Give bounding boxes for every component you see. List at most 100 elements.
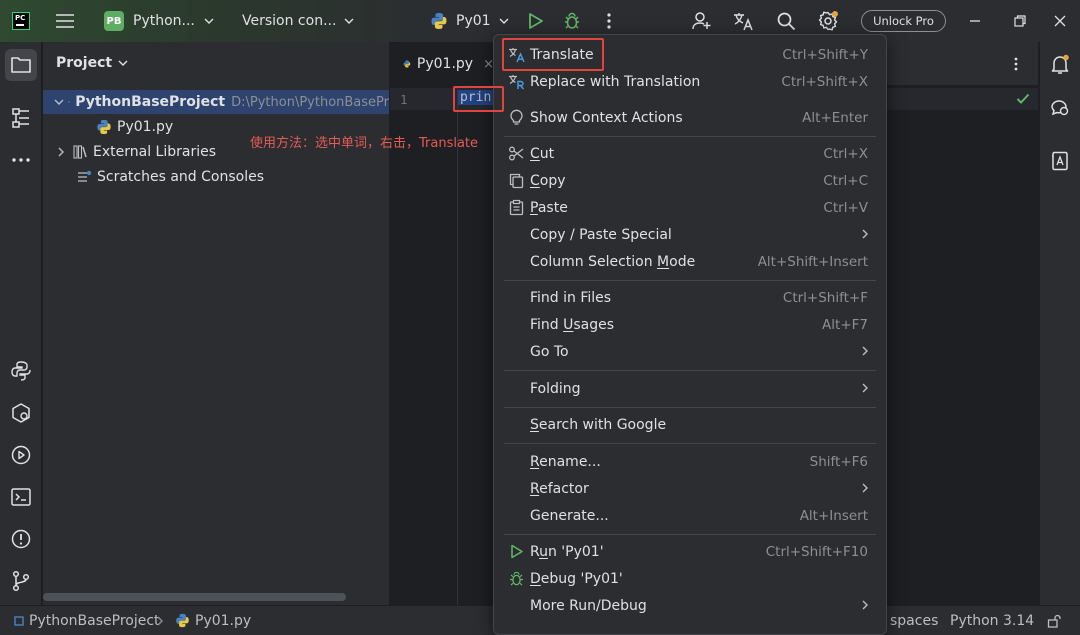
menu-item-debug[interactable]: Debug 'Py01' bbox=[502, 565, 878, 592]
tab-label: Py01.py bbox=[416, 56, 474, 72]
problems-icon bbox=[11, 529, 31, 549]
menu-item-more-run-debug[interactable]: More Run/Debug bbox=[502, 592, 878, 619]
main-menu-button[interactable] bbox=[55, 0, 75, 42]
python-packages-button[interactable] bbox=[9, 359, 33, 383]
problems-tool-button[interactable] bbox=[9, 527, 33, 551]
menu-item-find-in-files[interactable]: Find in Files Ctrl+Shift+F bbox=[502, 284, 878, 311]
tree-item-project-root[interactable]: PythonBaseProject D:\Python\PythonBasePr bbox=[43, 90, 389, 114]
run-tool-button[interactable] bbox=[9, 443, 33, 467]
tab-options-button[interactable] bbox=[1008, 56, 1024, 72]
inspection-ok-icon[interactable] bbox=[1016, 93, 1030, 105]
menu-label: Rename... bbox=[530, 453, 601, 470]
paste-icon bbox=[509, 199, 524, 216]
vcs-label: Version con... bbox=[242, 13, 337, 29]
restore-button[interactable] bbox=[1012, 13, 1028, 29]
search-button[interactable] bbox=[775, 10, 797, 32]
terminal-tool-button[interactable] bbox=[9, 485, 33, 509]
right-tool-strip bbox=[1039, 42, 1080, 605]
menu-item-refactor[interactable]: Refactor bbox=[502, 475, 878, 502]
menu-item-column-selection[interactable]: Column Selection Mode Alt+Shift+Insert bbox=[502, 248, 878, 275]
usage-annotation: 使用方法：选中单词，右击，Translate bbox=[250, 136, 479, 151]
translate-toolbar-button[interactable] bbox=[732, 10, 754, 32]
more-tools-button[interactable] bbox=[9, 148, 33, 172]
structure-tool-button[interactable] bbox=[9, 106, 33, 130]
external-libraries-label: External Libraries bbox=[93, 144, 216, 160]
menu-item-rename[interactable]: Rename... Shift+F6 bbox=[502, 448, 878, 475]
menu-separator bbox=[504, 280, 876, 281]
settings-button[interactable] bbox=[817, 10, 839, 32]
menu-shortcut: Ctrl+Shift+Y bbox=[782, 46, 868, 63]
python-icon bbox=[431, 13, 447, 29]
translation-panel-button[interactable] bbox=[1049, 150, 1071, 172]
interpreter-widget[interactable]: Python 3.14 bbox=[950, 606, 1034, 635]
menu-label: Debug 'Py01' bbox=[530, 570, 623, 587]
menu-item-folding[interactable]: Folding bbox=[502, 375, 878, 402]
menu-shortcut: Ctrl+X bbox=[823, 145, 868, 162]
menu-item-copy[interactable]: Copy Ctrl+C bbox=[502, 167, 878, 194]
menu-item-run[interactable]: Run 'Py01' Ctrl+Shift+F10 bbox=[502, 538, 878, 565]
ai-assistant-button[interactable] bbox=[1049, 96, 1071, 118]
project-root-label: PythonBaseProject bbox=[75, 94, 226, 110]
chevron-right-icon bbox=[862, 483, 868, 493]
menu-item-generate[interactable]: Generate... Alt+Insert bbox=[502, 502, 878, 529]
expand-caret[interactable] bbox=[54, 99, 64, 105]
menu-separator bbox=[504, 534, 876, 535]
menu-shortcut: Alt+Enter bbox=[802, 109, 868, 126]
tree-item-external-libraries[interactable]: External Libraries bbox=[43, 140, 216, 164]
folder-icon bbox=[68, 101, 71, 103]
chevron-down-icon bbox=[344, 18, 354, 24]
scratches-label: Scratches and Consoles bbox=[97, 169, 264, 185]
run-button[interactable] bbox=[524, 10, 546, 32]
project-badge: PB bbox=[104, 11, 124, 31]
tree-item-py01[interactable]: Py01.py bbox=[43, 115, 173, 139]
menu-shortcut: Ctrl+C bbox=[823, 172, 868, 189]
chevron-down-icon bbox=[54, 99, 64, 105]
project-widget[interactable]: PB Python... bbox=[104, 0, 214, 42]
breadcrumb-project[interactable]: PythonBaseProject bbox=[14, 606, 160, 635]
unlock-pro-button[interactable]: Unlock Pro bbox=[861, 10, 946, 32]
add-user-button[interactable] bbox=[691, 10, 713, 32]
expand-caret[interactable] bbox=[54, 147, 68, 157]
library-icon bbox=[73, 145, 87, 159]
close-window-button[interactable] bbox=[1052, 13, 1068, 29]
project-panel-header[interactable]: Project bbox=[56, 55, 128, 71]
menu-item-go-to[interactable]: Go To bbox=[502, 338, 878, 365]
breadcrumb-file[interactable]: Py01.py bbox=[175, 606, 251, 635]
menu-item-replace-translation[interactable]: Replace with Translation Ctrl+Shift+X bbox=[502, 68, 878, 95]
indent-widget[interactable]: spaces bbox=[890, 606, 938, 635]
lightbulb-icon bbox=[510, 109, 523, 125]
notifications-button[interactable] bbox=[1049, 53, 1071, 75]
menu-label: Refactor bbox=[530, 480, 589, 497]
readonly-toggle[interactable] bbox=[1047, 606, 1061, 635]
left-tool-strip bbox=[0, 42, 42, 605]
chevron-down-icon bbox=[118, 60, 128, 66]
vcs-widget[interactable]: Version con... bbox=[242, 0, 354, 42]
horizontal-scrollbar[interactable] bbox=[43, 593, 346, 601]
more-actions-button[interactable] bbox=[598, 10, 620, 32]
minimize-icon bbox=[970, 20, 980, 22]
hamburger-icon bbox=[56, 14, 74, 28]
menu-shortcut: Ctrl+V bbox=[823, 199, 868, 216]
debug-button[interactable] bbox=[561, 10, 583, 32]
minimize-button[interactable] bbox=[967, 13, 983, 29]
word-highlight-box bbox=[453, 86, 504, 112]
menu-item-search-google[interactable]: Search with Google bbox=[502, 411, 878, 438]
menu-item-show-context-actions[interactable]: Show Context Actions Alt+Enter bbox=[502, 104, 878, 131]
menu-item-copy-paste-special[interactable]: Copy / Paste Special bbox=[502, 221, 878, 248]
tab-py01[interactable]: Py01.py × bbox=[390, 42, 494, 86]
services-tool-button[interactable] bbox=[9, 401, 33, 425]
menu-item-paste[interactable]: Paste Ctrl+V bbox=[502, 194, 878, 221]
menu-item-cut[interactable]: Cut Ctrl+X bbox=[502, 140, 878, 167]
menu-label: Run 'Py01' bbox=[530, 543, 604, 560]
horizontal-dots-icon bbox=[12, 158, 30, 162]
git-tool-button[interactable] bbox=[9, 569, 33, 593]
unlock-icon bbox=[1047, 614, 1061, 628]
project-tool-button[interactable] bbox=[9, 53, 33, 77]
py01-label: Py01.py bbox=[117, 119, 174, 135]
menu-item-find-usages[interactable]: Find Usages Alt+F7 bbox=[502, 311, 878, 338]
menu-shortcut: Alt+Insert bbox=[799, 507, 868, 524]
scissors-icon bbox=[509, 146, 524, 161]
python-file-icon bbox=[176, 613, 189, 628]
tree-item-scratches[interactable]: Scratches and Consoles bbox=[43, 165, 264, 189]
vertical-dots-icon bbox=[1014, 57, 1018, 71]
